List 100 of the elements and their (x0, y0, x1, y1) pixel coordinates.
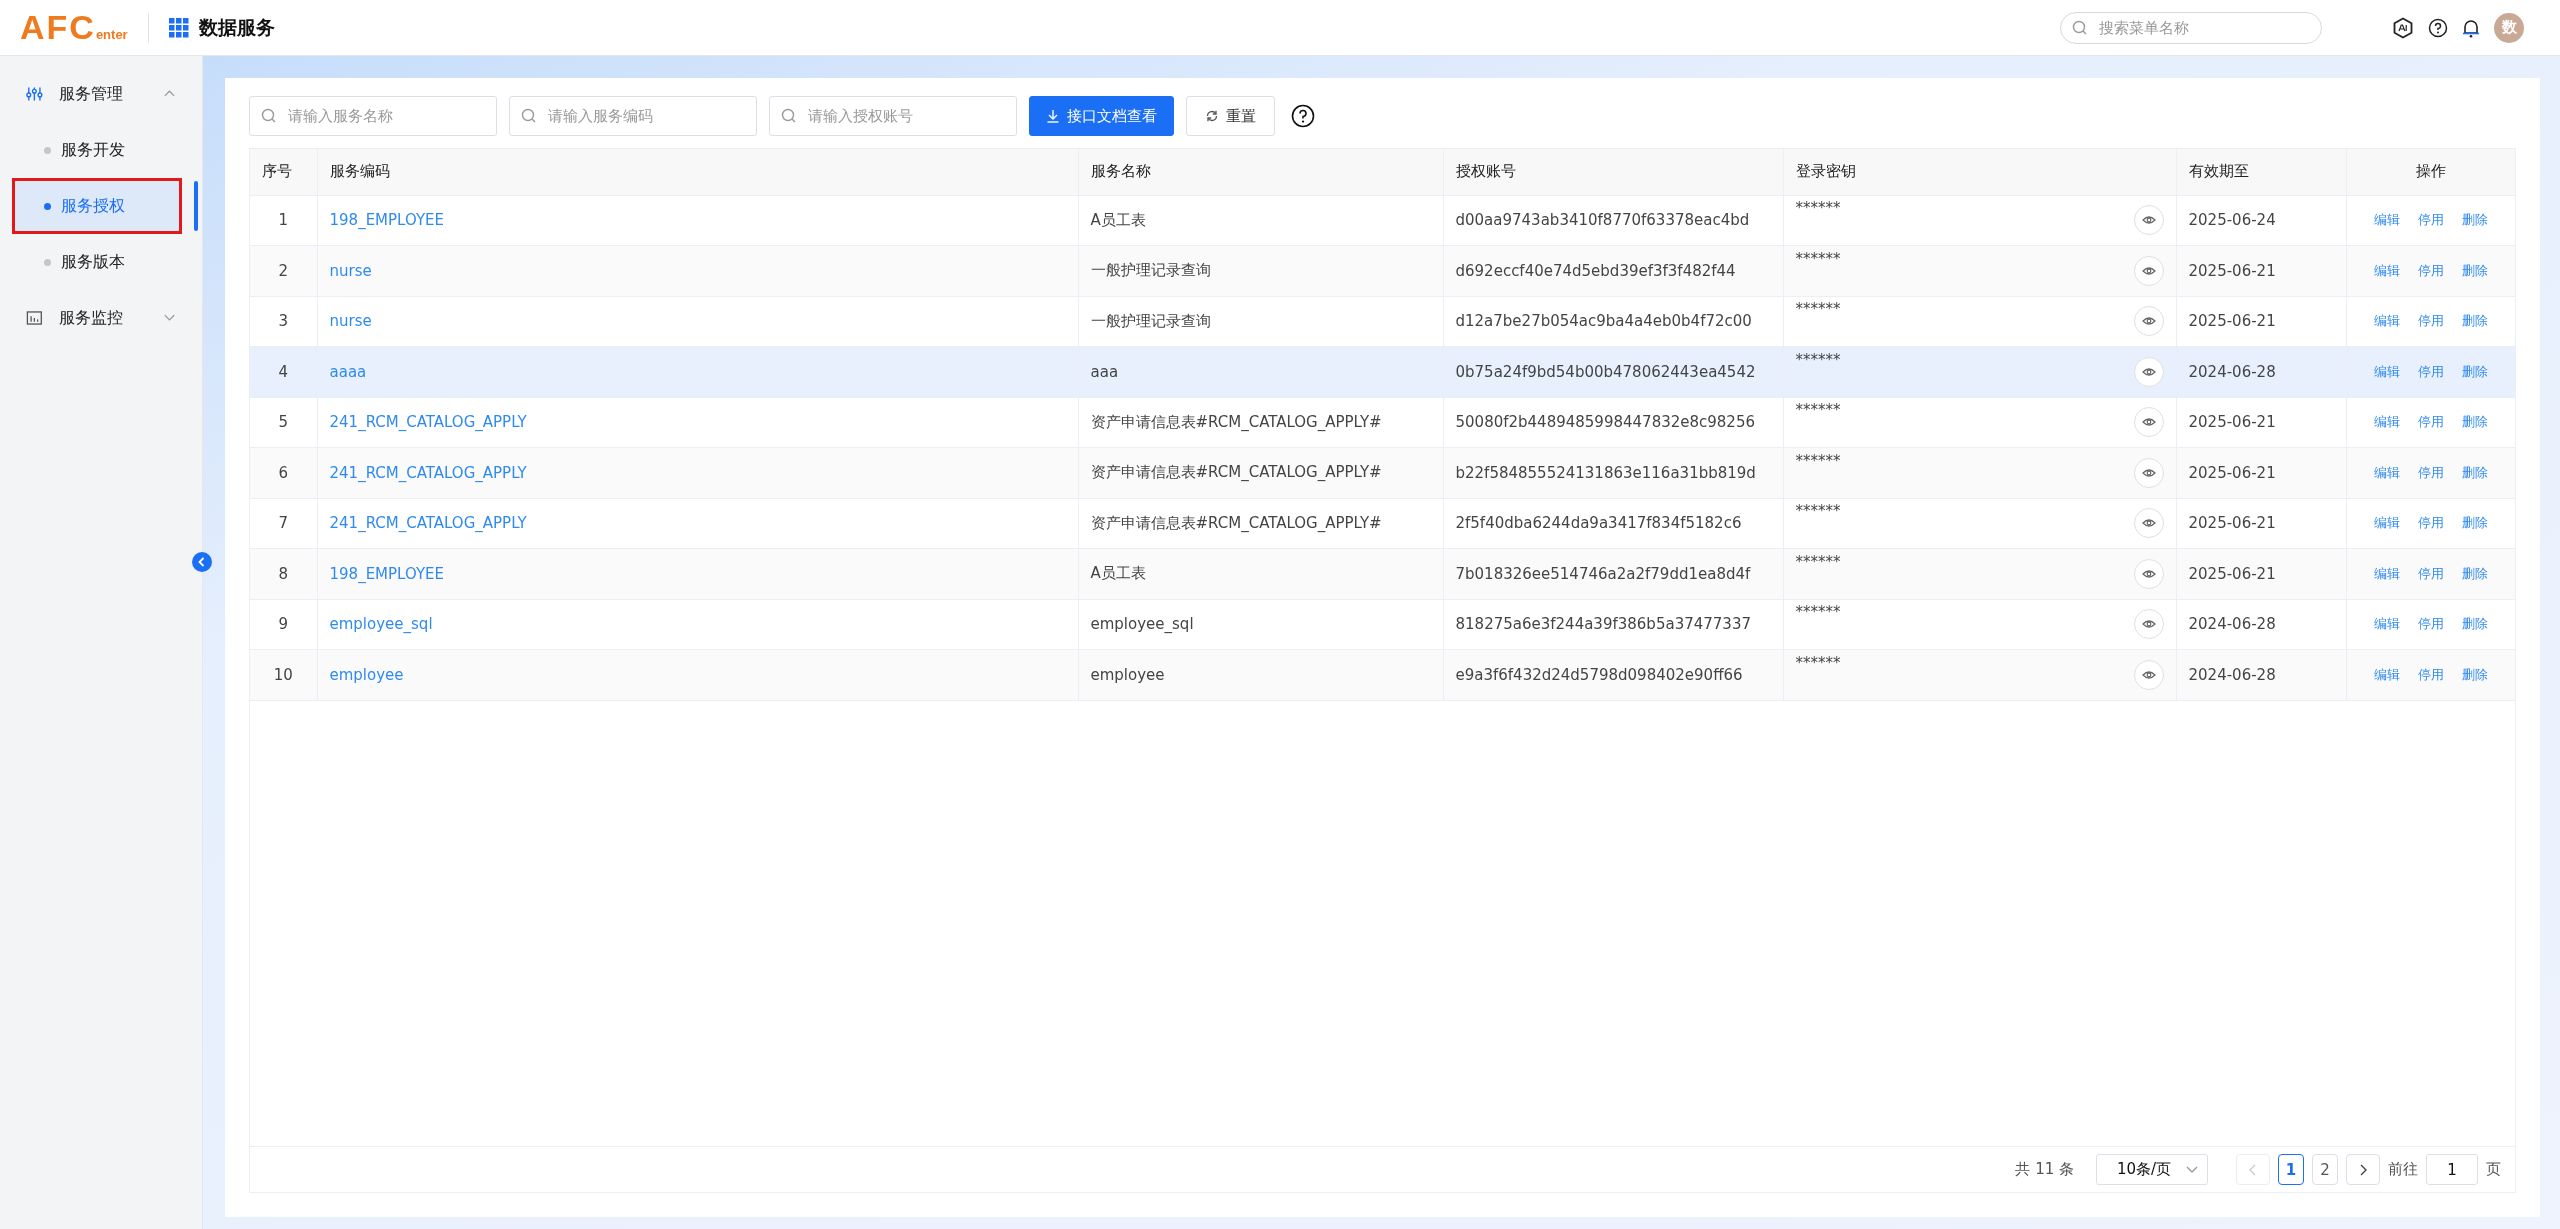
show-secret-button[interactable] (2133, 609, 2164, 640)
action-link[interactable]: 删除 (2461, 514, 2488, 533)
filter-search-field[interactable]: 请输入授权账号 (769, 96, 1017, 136)
action-link[interactable]: 删除 (2461, 312, 2488, 331)
nav-item[interactable]: 服务授权 (12, 178, 182, 234)
show-secret-button[interactable] (2133, 205, 2164, 236)
column-header: 操作 (2346, 149, 2515, 195)
service-code-link[interactable]: 241_RCM_CATALOG_APPLY (329, 514, 527, 533)
masked-secret: ****** (1795, 603, 1841, 622)
collapse-sidebar-icon[interactable] (192, 552, 212, 572)
action-link[interactable]: 停用 (2417, 312, 2444, 331)
table-cell: 资产申请信息表#RCM_CATALOG_APPLY# (1078, 498, 1443, 549)
table-cell: 资产申请信息表#RCM_CATALOG_APPLY# (1078, 447, 1443, 498)
table-cell: 一般护理记录查询 (1078, 296, 1443, 347)
table-cell: 0b75a24f9bd54b00b478062443ea4542 (1443, 346, 1783, 397)
service-code-link[interactable]: 241_RCM_CATALOG_APPLY (329, 463, 527, 482)
table-cell: b22f584855524131863e116a31bb819d (1443, 447, 1783, 498)
user-avatar[interactable]: 数 (2494, 12, 2524, 43)
search-icon (521, 108, 537, 124)
show-secret-button[interactable] (2133, 558, 2164, 589)
show-secret-button[interactable] (2133, 508, 2164, 539)
action-link[interactable]: 停用 (2417, 514, 2444, 533)
menu-search-field[interactable]: 搜索菜单名称 (2060, 11, 2322, 44)
show-secret-button[interactable] (2133, 255, 2164, 286)
table-cell: 10 (250, 649, 317, 700)
action-link[interactable]: 停用 (2417, 564, 2444, 583)
action-link[interactable]: 编辑 (2373, 615, 2400, 634)
action-link[interactable]: 停用 (2417, 261, 2444, 280)
reset-button[interactable]: 重置 (1186, 96, 1275, 136)
action-link[interactable]: 编辑 (2373, 564, 2400, 583)
show-secret-button[interactable] (2133, 457, 2164, 488)
action-link[interactable]: 编辑 (2373, 362, 2400, 381)
service-code-link[interactable]: nurse (329, 261, 372, 280)
show-secret-button[interactable] (2133, 356, 2164, 387)
column-header: 登录密钥 (1783, 149, 2176, 195)
action-link[interactable]: 编辑 (2373, 463, 2400, 482)
service-code-link[interactable]: employee_sql (329, 615, 433, 634)
table-cell: 一般护理记录查询 (1078, 245, 1443, 296)
table-cell: d692eccf40e74d5ebd39ef3f3f482f44 (1443, 245, 1783, 296)
apps-grid-icon[interactable] (168, 17, 189, 38)
action-link[interactable]: 删除 (2461, 615, 2488, 634)
show-secret-button[interactable] (2133, 659, 2164, 690)
table-cell: d12a7be27b054ac9ba4a4eb0b4f72c00 (1443, 296, 1783, 347)
search-icon (2072, 19, 2088, 36)
table-cell: e9a3f6f432d24d5798d098402e90ff66 (1443, 649, 1783, 700)
service-code-link[interactable]: nurse (329, 312, 372, 331)
nav-item[interactable]: 服务版本 (12, 234, 182, 290)
action-link[interactable]: 删除 (2461, 211, 2488, 230)
action-link[interactable]: 删除 (2461, 463, 2488, 482)
action-link[interactable]: 停用 (2417, 413, 2444, 432)
help-icon[interactable] (2428, 17, 2448, 38)
page-size-select[interactable]: 10条/页 (2096, 1154, 2208, 1185)
table-cell: 2025-06-24 (2176, 195, 2346, 246)
service-code-link[interactable]: 198_EMPLOYEE (329, 211, 445, 230)
column-header: 序号 (250, 149, 317, 195)
ai-assistant-icon[interactable] (2392, 16, 2414, 39)
service-code-link[interactable]: aaaa (329, 362, 367, 381)
action-link[interactable]: 删除 (2461, 564, 2488, 583)
action-link[interactable]: 编辑 (2373, 211, 2400, 230)
masked-secret: ****** (1795, 199, 1841, 218)
action-link[interactable]: 编辑 (2373, 413, 2400, 432)
action-link[interactable]: 编辑 (2373, 261, 2400, 280)
masked-secret: ****** (1795, 350, 1841, 369)
action-link[interactable]: 停用 (2417, 463, 2444, 482)
page-button[interactable]: 1 (2278, 1154, 2304, 1185)
page-number-field[interactable]: 1 (2426, 1154, 2478, 1185)
nav-group-item[interactable]: 服务监控 (0, 290, 202, 346)
service-code-link[interactable]: 241_RCM_CATALOG_APPLY (329, 413, 527, 432)
table-cell: A员工表 (1078, 548, 1443, 599)
table-cell: 3 (250, 296, 317, 347)
action-link[interactable]: 删除 (2461, 261, 2488, 280)
table-cell: 2025-06-21 (2176, 498, 2346, 549)
action-link[interactable]: 停用 (2417, 211, 2444, 230)
filter-search-field[interactable]: 请输入服务名称 (249, 96, 497, 136)
action-link[interactable]: 停用 (2417, 665, 2444, 684)
masked-secret: ****** (1795, 451, 1841, 470)
filter-search-field[interactable]: 请输入服务编码 (509, 96, 757, 136)
nav-item[interactable]: 服务开发 (12, 122, 182, 178)
service-code-link[interactable]: employee (329, 665, 404, 684)
action-link[interactable]: 删除 (2461, 362, 2488, 381)
action-link[interactable]: 停用 (2417, 615, 2444, 634)
action-link[interactable]: 停用 (2417, 362, 2444, 381)
nav-group-item[interactable]: 服务管理 (0, 66, 202, 122)
show-secret-button[interactable] (2133, 407, 2164, 438)
table-cell: A员工表 (1078, 195, 1443, 246)
action-link[interactable]: 删除 (2461, 413, 2488, 432)
page-button[interactable]: 2 (2312, 1154, 2338, 1185)
table-cell: aaa (1078, 346, 1443, 397)
app-title: 数据服务 (198, 14, 275, 40)
action-link[interactable]: 编辑 (2373, 514, 2400, 533)
bell-icon[interactable] (2462, 17, 2480, 38)
table-cell: 2024-06-28 (2176, 599, 2346, 650)
table-cell: d00aa9743ab3410f8770f63378eac4bd (1443, 195, 1783, 246)
show-secret-button[interactable] (2133, 306, 2164, 337)
service-code-link[interactable]: 198_EMPLOYEE (329, 564, 445, 583)
doc-view-button[interactable]: 接口文档查看 (1029, 96, 1174, 136)
action-link[interactable]: 删除 (2461, 665, 2488, 684)
action-link[interactable]: 编辑 (2373, 312, 2400, 331)
action-link[interactable]: 编辑 (2373, 665, 2400, 684)
help-icon[interactable] (1291, 104, 1315, 128)
